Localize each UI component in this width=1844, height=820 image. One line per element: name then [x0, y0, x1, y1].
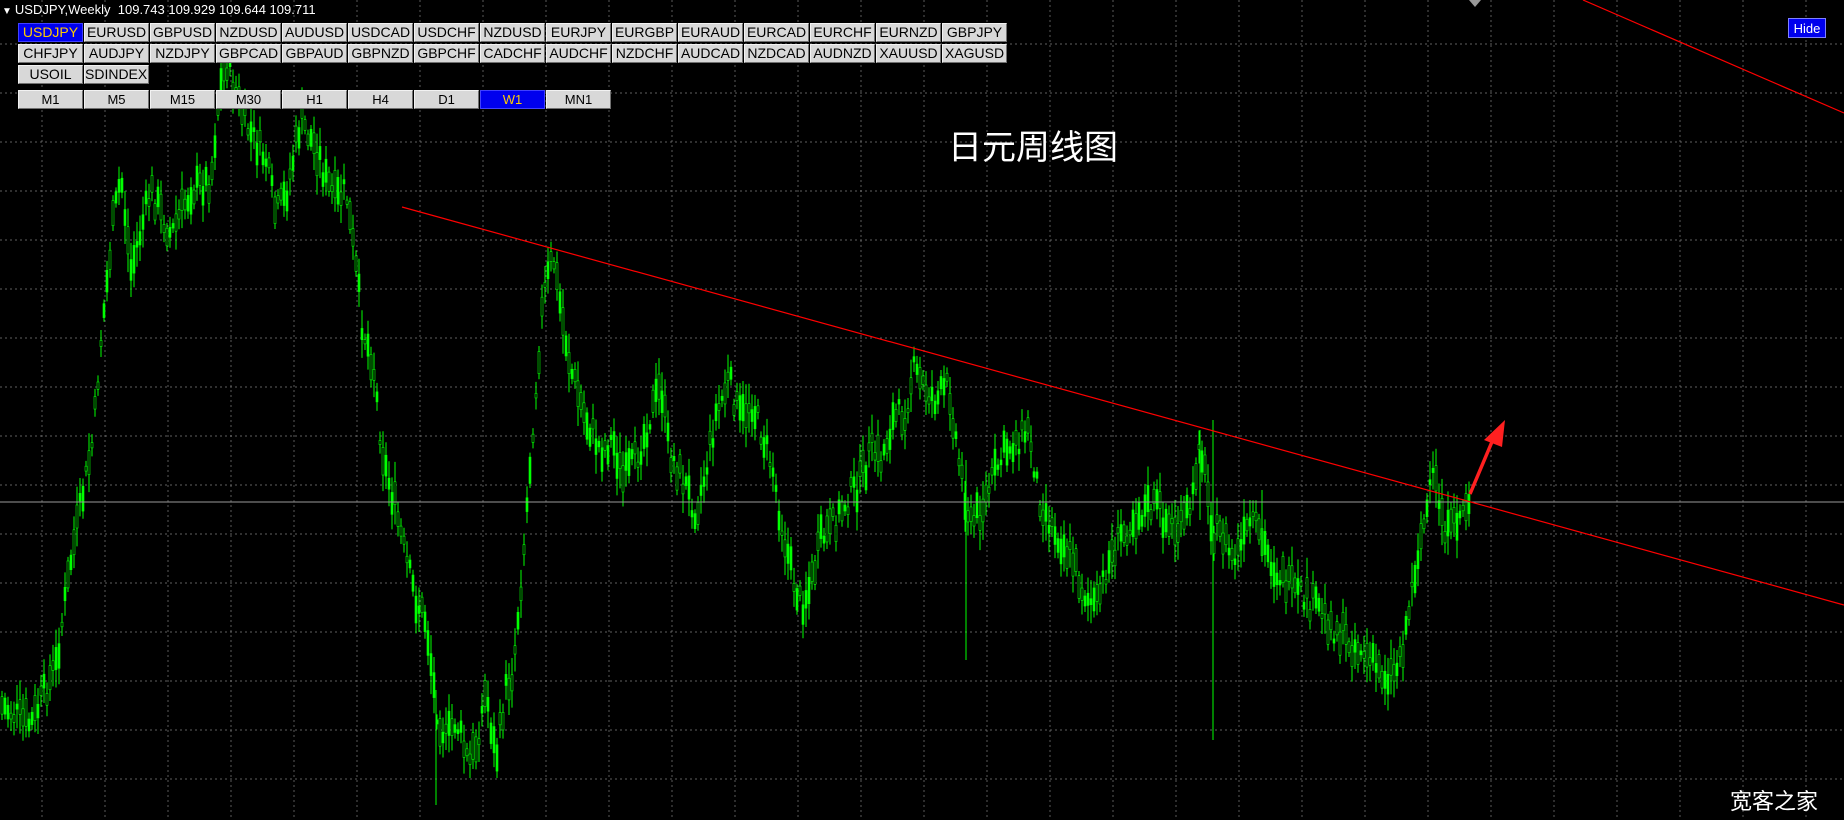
- chart-header: ▼ USDJPY,Weekly 109.743 109.929 109.644 1…: [0, 2, 316, 18]
- trendline-upper-right[interactable]: [1582, 0, 1844, 114]
- symbol-button-gbpaud[interactable]: GBPAUD: [282, 44, 347, 63]
- symbol-button-chfjpy[interactable]: CHFJPY: [18, 44, 83, 63]
- symbol-button-gbpjpy[interactable]: GBPJPY: [942, 23, 1007, 42]
- chart-shift-marker-icon[interactable]: [1469, 0, 1481, 7]
- symbol-button-gbpchf[interactable]: GBPCHF: [414, 44, 479, 63]
- chart-grid: [0, 0, 1844, 820]
- hide-button[interactable]: Hide: [1788, 18, 1826, 38]
- symbol-row: USOIL SDINDEX.: [18, 65, 1008, 86]
- timeframe-button-m5[interactable]: M5: [84, 90, 149, 109]
- symbol-button-gbpnzd[interactable]: GBPNZD: [348, 44, 413, 63]
- symbol-button-xauusd[interactable]: XAUUSD: [876, 44, 941, 63]
- symbol-button-eurnzd[interactable]: EURNZD: [876, 23, 941, 42]
- ohlc-values: 109.743 109.929 109.644 109.711: [117, 2, 316, 17]
- symbol-button-gbpcad[interactable]: GBPCAD: [216, 44, 281, 63]
- symbol-button-usoil[interactable]: USOIL: [18, 65, 83, 84]
- timeframe-button-w1[interactable]: W1: [480, 90, 545, 109]
- symbol-button-eurusd[interactable]: EURUSD: [84, 23, 149, 42]
- symbol-button-euraud[interactable]: EURAUD: [678, 23, 743, 42]
- symbol-button-eurcad[interactable]: EURCAD: [744, 23, 809, 42]
- symbol-button-sdindex[interactable]: SDINDEX.: [84, 65, 149, 84]
- chart-title: 日元周线图: [948, 128, 1118, 168]
- arrow-up-icon: [1468, 420, 1505, 495]
- candlestick-series: [0, 44, 1471, 805]
- symbol-button-usdjpy[interactable]: USDJPY: [18, 23, 83, 42]
- symbol-button-audusd[interactable]: AUDUSD: [282, 23, 347, 42]
- watermark: 宽客之家: [1730, 790, 1819, 815]
- symbol-button-usdchf[interactable]: USDCHF: [414, 23, 479, 42]
- timeframe-button-h4[interactable]: H4: [348, 90, 413, 109]
- symbol-button-audcad[interactable]: AUDCAD: [678, 44, 743, 63]
- symbol-button-eurchf[interactable]: EURCHF: [810, 23, 875, 42]
- symbol-button-nzdjpy[interactable]: NZDJPY: [150, 44, 215, 63]
- symbol-button-nzdusd[interactable]: NZDUSD: [480, 23, 545, 42]
- symbol-row: CHFJPY AUDJPY NZDJPY GBPCAD GBPAUD GBPNZD GBPC…: [18, 44, 1008, 65]
- symbol-button-nzdusd[interactable]: NZDUSD: [216, 23, 281, 42]
- symbol-period: USDJPY,Weekly: [14, 2, 111, 17]
- symbol-button-cadchf[interactable]: CADCHF: [480, 44, 545, 63]
- trendline-main[interactable]: [401, 206, 1844, 606]
- symbol-button-usdcad[interactable]: USDCAD: [348, 23, 413, 42]
- timeframe-button-m30[interactable]: M30: [216, 90, 281, 109]
- symbol-button-nzdcad[interactable]: NZDCAD: [744, 44, 809, 63]
- dropdown-triangle-icon[interactable]: ▼: [2, 6, 12, 17]
- timeframe-button-mn1[interactable]: MN1: [546, 90, 611, 109]
- timeframe-button-h1[interactable]: H1: [282, 90, 347, 109]
- symbol-button-audnzd[interactable]: AUDNZD: [810, 44, 875, 63]
- symbol-button-eurjpy[interactable]: EURJPY: [546, 23, 611, 42]
- timeframe-button-d1[interactable]: D1: [414, 90, 479, 109]
- symbol-button-audjpy[interactable]: AUDJPY: [84, 44, 149, 63]
- symbol-button-xagusd[interactable]: XAGUSD: [942, 44, 1007, 63]
- symbol-row: USDJPY EURUSD GBPUSD NZDUSD AUDUSD USDCAD USDC…: [18, 23, 1008, 44]
- symbol-button-panel: USDJPY EURUSD GBPUSD NZDUSD AUDUSD USDCAD USDC…: [18, 23, 1008, 86]
- symbol-button-audchf[interactable]: AUDCHF: [546, 44, 611, 63]
- timeframe-button-m1[interactable]: M1: [18, 90, 83, 109]
- timeframe-button-panel: M1 M5 M15 M30 H1 H4 D1 W1 MN1: [18, 90, 612, 111]
- price-chart[interactable]: [0, 0, 1844, 820]
- symbol-button-eurgbp[interactable]: EURGBP: [612, 23, 677, 42]
- timeframe-button-m15[interactable]: M15: [150, 90, 215, 109]
- symbol-button-nzdchf[interactable]: NZDCHF: [612, 44, 677, 63]
- symbol-button-gbpusd[interactable]: GBPUSD: [150, 23, 215, 42]
